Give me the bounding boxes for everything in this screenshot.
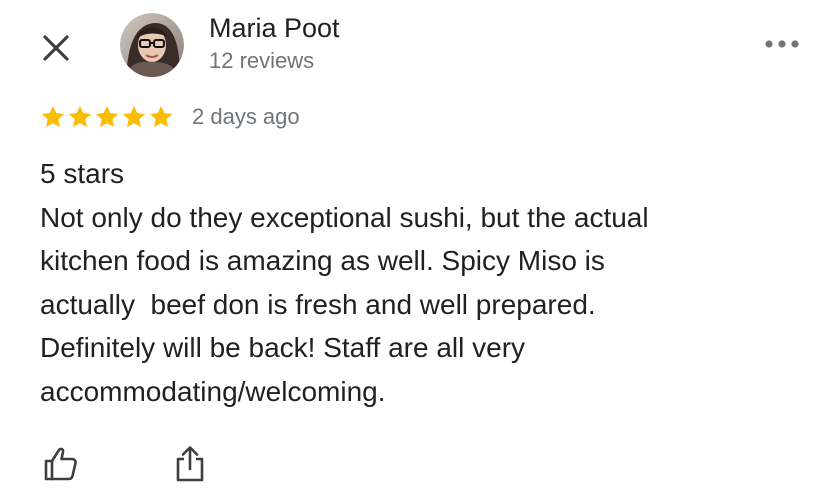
share-icon <box>176 446 204 482</box>
reviewer-review-count: 12 reviews <box>209 48 315 73</box>
star-icon <box>68 105 92 128</box>
review-body: 5 stars Not only do they exceptional sus… <box>40 152 800 413</box>
review-text-line: accommodating/welcoming. <box>40 375 386 407</box>
thumbs-up-icon <box>44 447 77 481</box>
review-title-line: 5 stars <box>40 158 125 189</box>
review-text-line: actually beef don is fresh and well prep… <box>40 288 596 320</box>
review-text-line: Definitely will be back! Staff are all v… <box>40 332 526 363</box>
close-icon <box>43 35 69 61</box>
star-icon <box>41 105 65 128</box>
rating-row: 2 days ago <box>40 101 300 133</box>
star-icon <box>149 105 173 128</box>
star-icon <box>95 105 119 128</box>
user-avatar-image <box>120 13 184 77</box>
review-text-line: kitchen food is amazing as well. Spicy M… <box>40 245 605 276</box>
close-button[interactable] <box>36 28 76 68</box>
star-rating <box>40 104 174 130</box>
review-text-line: Not only do they exceptional sushi, but … <box>40 201 649 233</box>
reviewer-name[interactable]: Maria Poot <box>209 12 340 44</box>
star-icon <box>122 105 146 128</box>
like-button[interactable] <box>38 442 82 486</box>
more-options-button[interactable] <box>760 30 804 58</box>
share-button[interactable] <box>168 442 212 486</box>
more-horizontal-icon <box>765 40 799 48</box>
avatar[interactable] <box>120 13 184 77</box>
review-date: 2 days ago <box>192 104 300 129</box>
